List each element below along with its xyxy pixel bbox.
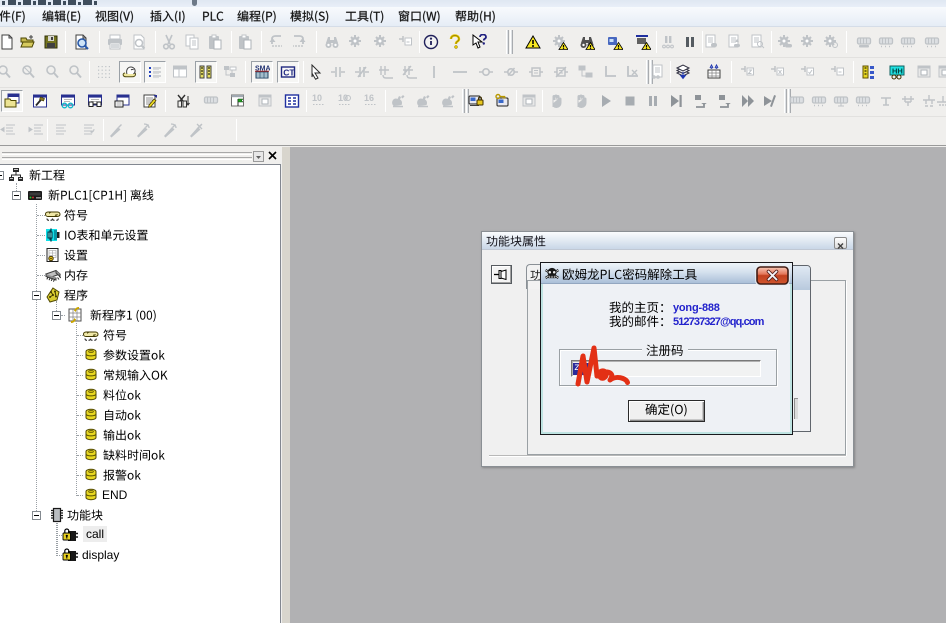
svg-text:CT: CT xyxy=(283,68,295,78)
svg-text:HH: HH xyxy=(892,67,903,76)
svg-text:10: 10 xyxy=(312,93,322,103)
svg-text:16: 16 xyxy=(364,93,374,103)
